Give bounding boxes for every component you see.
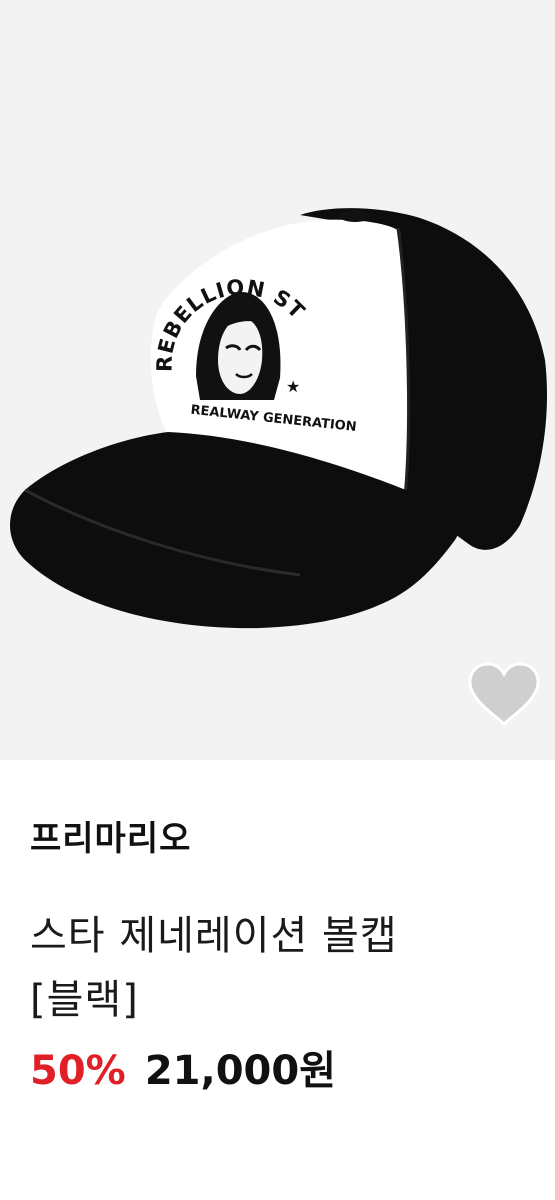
sale-price: 21,000원 (144, 1048, 336, 1094)
wish-button[interactable] (466, 660, 542, 728)
product-title-line2: [블랙] (30, 977, 139, 1023)
product-title[interactable]: 스타 제네레이션 볼캡 [블랙] (30, 904, 530, 1032)
product-card[interactable]: REBELLION STAR ★ REALWAY GENERATION 프리마리… (0, 0, 555, 1200)
brand-name[interactable]: 프리마리오 (30, 814, 530, 864)
product-image[interactable]: REBELLION STAR ★ REALWAY GENERATION (0, 0, 555, 760)
embroidery-star: ★ (286, 377, 300, 396)
price-row: 50% 21,000원 (30, 1042, 530, 1100)
discount-rate: 50% (30, 1048, 126, 1094)
product-title-line1: 스타 제네레이션 볼캡 (30, 913, 398, 959)
cap-illustration: REBELLION STAR ★ REALWAY GENERATION (0, 0, 548, 629)
heart-icon (468, 662, 540, 727)
product-info: 프리마리오 스타 제네레이션 볼캡 [블랙] 50% 21,000원 (30, 814, 530, 1100)
